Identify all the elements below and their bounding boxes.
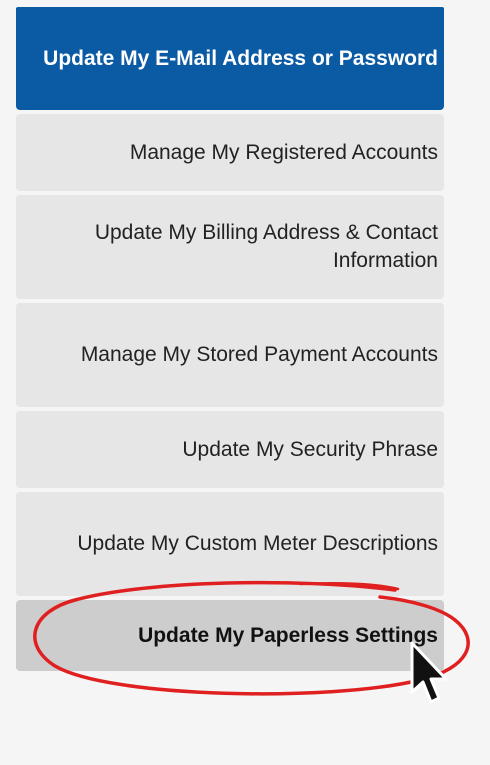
menu-item-update-email-password[interactable]: Update My E-Mail Address or Password xyxy=(16,7,444,110)
menu-item-label: Update My Billing Address & Contact Info… xyxy=(94,221,438,272)
menu-item-update-billing-address[interactable]: Update My Billing Address & Contact Info… xyxy=(16,195,444,299)
menu-item-label: Update My E-Mail Address or Password xyxy=(43,46,438,70)
menu-item-label: Update My Custom Meter Descriptions xyxy=(77,532,438,555)
menu-item-manage-stored-payment-accounts[interactable]: Manage My Stored Payment Accounts xyxy=(16,303,444,407)
menu-item-update-paperless-settings[interactable]: Update My Paperless Settings xyxy=(16,600,444,671)
menu-item-label: Manage My Stored Payment Accounts xyxy=(80,343,438,366)
menu-item-manage-registered-accounts[interactable]: Manage My Registered Accounts xyxy=(16,114,444,191)
menu-item-label: Update My Paperless Settings xyxy=(138,623,438,647)
account-settings-menu: Update My E-Mail Address or Password Man… xyxy=(16,7,444,675)
menu-item-label: Manage My Registered Accounts xyxy=(129,140,438,164)
menu-item-update-custom-meter-descriptions[interactable]: Update My Custom Meter Descriptions xyxy=(16,492,444,596)
menu-item-update-security-phrase[interactable]: Update My Security Phrase xyxy=(16,411,444,488)
menu-item-label: Update My Security Phrase xyxy=(182,437,438,461)
